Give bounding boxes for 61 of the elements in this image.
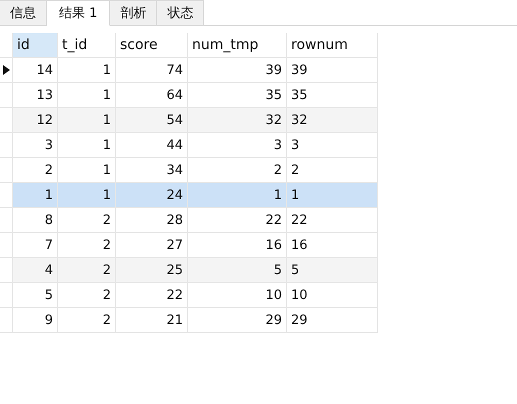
table-cell: 14 [13, 58, 58, 83]
column-header[interactable]: id [13, 33, 58, 58]
table-cell: 39 [287, 58, 378, 83]
table-cell: 28 [116, 208, 188, 233]
table-cell: 3 [188, 133, 287, 158]
result-tab[interactable]: 状态 [157, 0, 204, 26]
table-cell: 3 [13, 133, 58, 158]
table-cell: 5 [188, 258, 287, 283]
row-indicator-cell[interactable] [0, 58, 13, 83]
column-header[interactable]: t_id [58, 33, 116, 58]
table-cell: 12 [13, 108, 58, 133]
table-cell: 10 [287, 283, 378, 308]
table-cell: 5 [287, 258, 378, 283]
row-indicator-cell[interactable] [0, 183, 13, 208]
row-pointer-icon [2, 65, 10, 75]
table-cell: 74 [116, 58, 188, 83]
table-cell: 32 [188, 108, 287, 133]
row-indicator-cell[interactable] [0, 83, 13, 108]
table-cell: 39 [188, 58, 287, 83]
table-cell: 2 [58, 258, 116, 283]
table-cell: 21 [116, 308, 188, 333]
row-indicator-cell[interactable] [0, 308, 13, 333]
table-cell: 1 [287, 183, 378, 208]
table-cell: 29 [287, 308, 378, 333]
row-indicator-cell[interactable] [0, 133, 13, 158]
table-cell: 32 [287, 108, 378, 133]
table-cell: 3 [287, 133, 378, 158]
row-indicator-cell[interactable] [0, 208, 13, 233]
row-indicator-cell[interactable] [0, 108, 13, 133]
table-cell: 24 [116, 183, 188, 208]
table-cell: 29 [188, 308, 287, 333]
table-cell: 44 [116, 133, 188, 158]
table-cell: 4 [13, 258, 58, 283]
table-cell: 2 [58, 283, 116, 308]
table-cell: 22 [116, 283, 188, 308]
table-cell: 5 [13, 283, 58, 308]
table-cell: 2 [58, 308, 116, 333]
table-cell: 22 [287, 208, 378, 233]
result-tab[interactable]: 信息 [0, 0, 47, 26]
table-cell: 25 [116, 258, 188, 283]
table-cell: 9 [13, 308, 58, 333]
table-cell: 1 [13, 183, 58, 208]
result-tab[interactable]: 剖析 [110, 0, 158, 26]
table-cell: 8 [13, 208, 58, 233]
row-indicator-cell[interactable] [0, 283, 13, 308]
table-cell: 1 [58, 108, 116, 133]
table-cell: 1 [58, 58, 116, 83]
table-cell: 2 [58, 208, 116, 233]
table-cell: 1 [58, 183, 116, 208]
table-cell: 1 [58, 133, 116, 158]
column-header[interactable]: num_tmp [188, 33, 287, 58]
table-cell: 1 [188, 183, 287, 208]
table-cell: 10 [188, 283, 287, 308]
row-indicator-cell[interactable] [0, 233, 13, 258]
column-header[interactable]: score [116, 33, 188, 58]
row-indicator-cell[interactable] [0, 158, 13, 183]
table-cell: 22 [188, 208, 287, 233]
table-cell: 54 [116, 108, 188, 133]
column-header[interactable]: rownum [287, 33, 378, 58]
row-indicator-cell[interactable] [0, 258, 13, 283]
result-tab[interactable]: 结果 1 [47, 0, 110, 26]
